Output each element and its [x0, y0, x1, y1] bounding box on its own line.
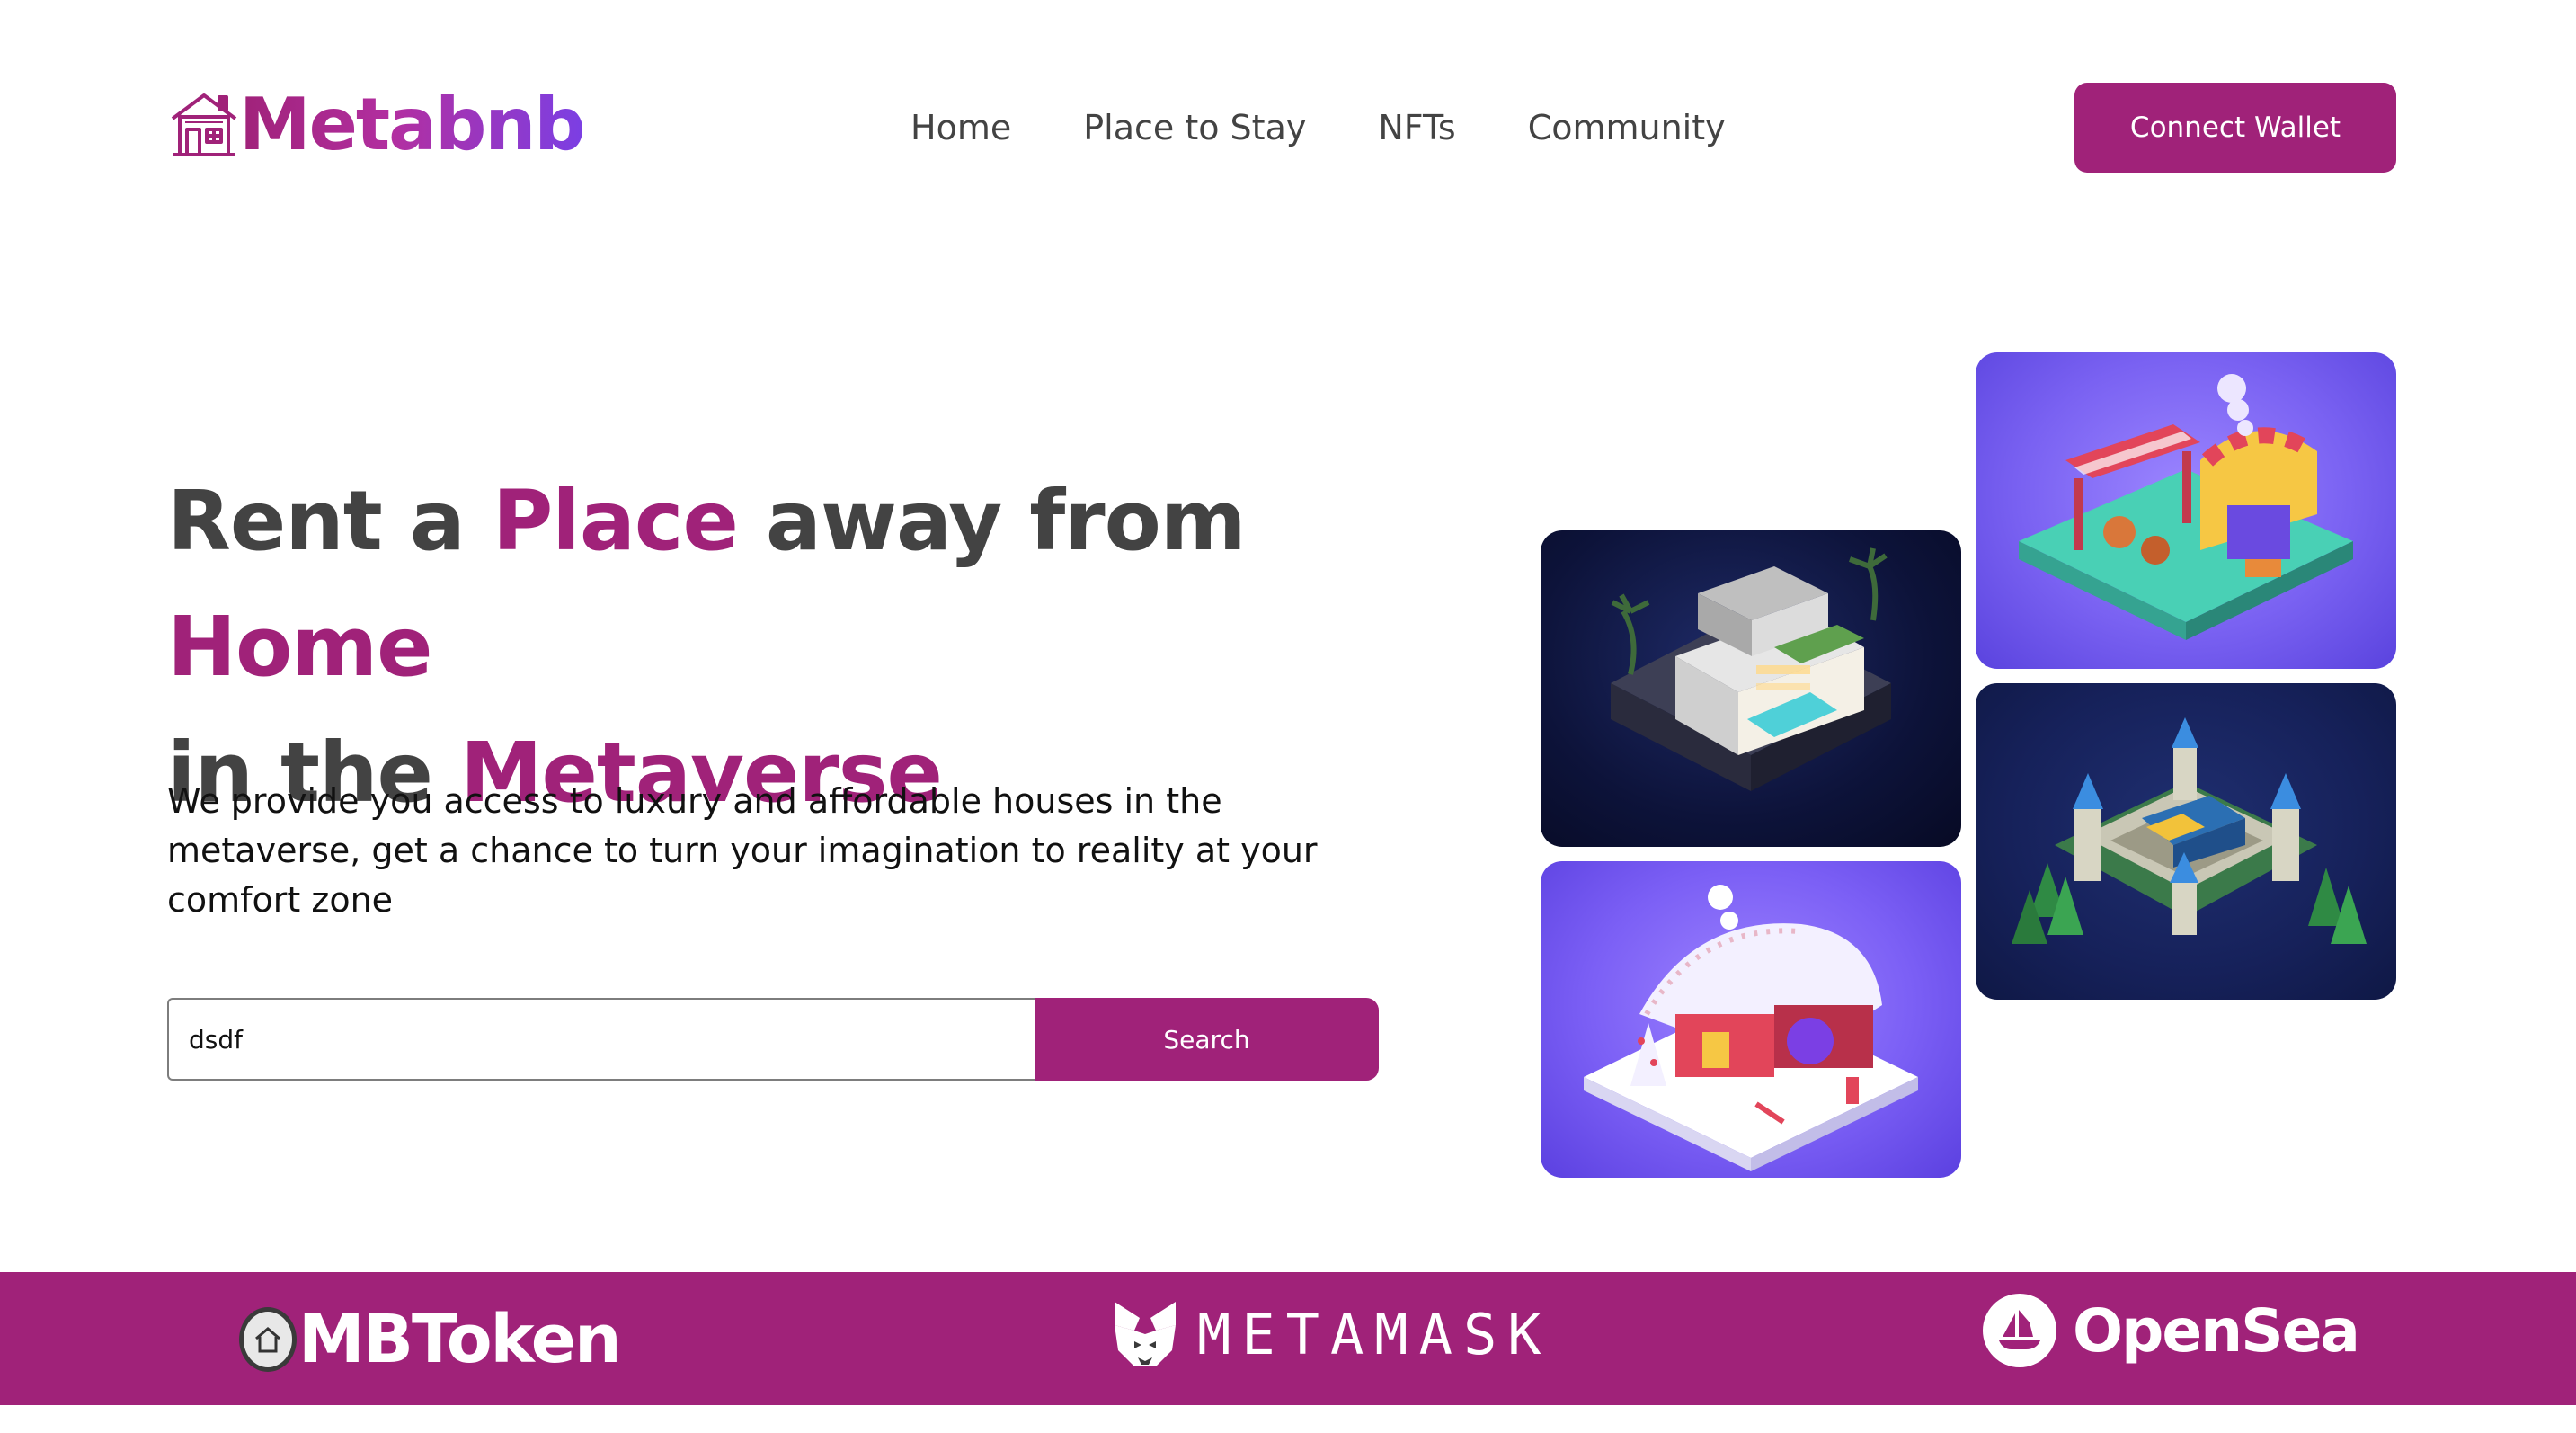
partner-mbtoken[interactable]: MBToken: [239, 1299, 622, 1380]
search-button[interactable]: Search: [1035, 998, 1379, 1081]
connect-wallet-button[interactable]: Connect Wallet: [2074, 83, 2396, 173]
market-image: [2019, 374, 2353, 640]
partner-opensea[interactable]: OpenSea: [1983, 1290, 2360, 1371]
metamask-fox-icon: [1115, 1302, 1176, 1366]
headline-accent-home: Home: [167, 599, 432, 695]
gallery-tile-market[interactable]: [1976, 352, 2396, 669]
partner-name: OpenSea: [2073, 1295, 2360, 1366]
headline-text: Rent a: [167, 473, 493, 569]
villa-image: [1611, 547, 1891, 791]
nav-item-community[interactable]: Community: [1528, 108, 1726, 147]
search-input[interactable]: [167, 998, 1035, 1081]
partner-metamask[interactable]: METAMASK: [1109, 1294, 1552, 1375]
main-nav: Home Place to Stay NFTs Community: [910, 101, 1798, 155]
gallery-tile-cottage[interactable]: [1541, 861, 1961, 1178]
cottage-image: [1584, 885, 1918, 1171]
gallery-tile-castle[interactable]: [1976, 683, 2396, 1000]
opensea-boat-icon: [1983, 1294, 2056, 1367]
headline-accent-place: Place: [492, 473, 739, 569]
brand-name: Metabnb: [239, 83, 586, 166]
house-icon: [171, 93, 237, 156]
partner-name: MBToken: [298, 1301, 622, 1378]
nav-item-home[interactable]: Home: [910, 108, 1011, 147]
gallery-tile-villa[interactable]: [1541, 530, 1961, 847]
headline-text: away from: [737, 473, 1247, 569]
brand-logo[interactable]: Metabnb: [167, 83, 586, 166]
nav-item-place-to-stay[interactable]: Place to Stay: [1083, 108, 1306, 147]
search-bar: Search: [167, 998, 1379, 1081]
partner-bar: MBToken METAMASK OpenSea: [0, 1272, 2576, 1405]
hero-subtext: We provide you access to luxury and affo…: [167, 781, 1318, 920]
mbtoken-coin-icon: [239, 1307, 297, 1372]
partner-name: METAMASK: [1197, 1301, 1552, 1367]
nav-item-nfts[interactable]: NFTs: [1378, 108, 1455, 147]
castle-image: [2012, 717, 2367, 944]
